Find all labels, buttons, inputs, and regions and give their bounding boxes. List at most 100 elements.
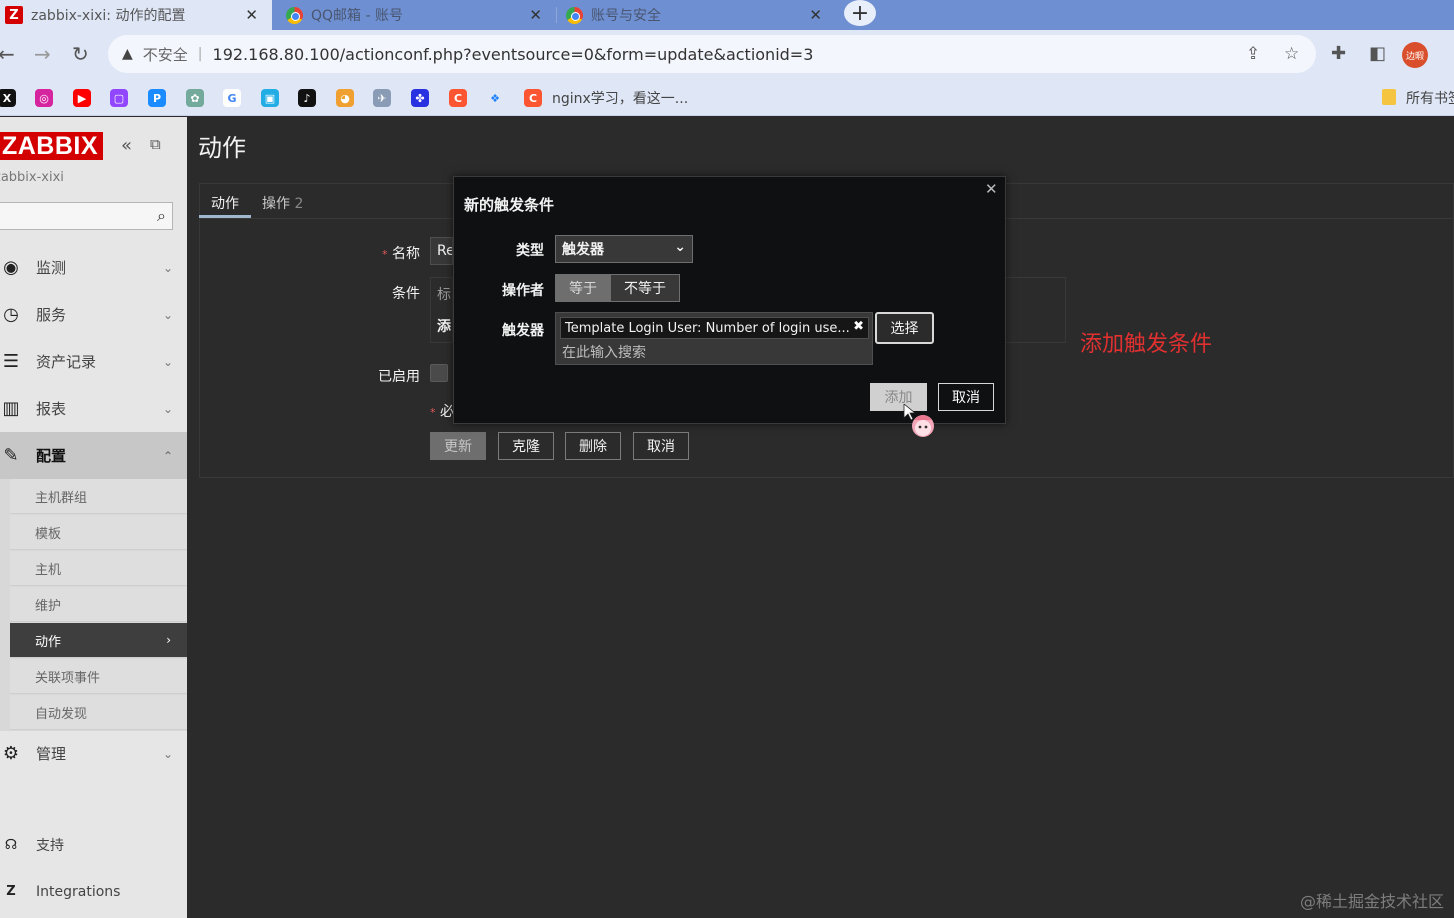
submenu-actions[interactable]: 动作 › bbox=[10, 623, 187, 658]
star-icon[interactable]: ☆ bbox=[1284, 44, 1299, 64]
reload-icon[interactable]: ↻ bbox=[72, 42, 89, 66]
chevron-down-icon: ⌄ bbox=[162, 746, 173, 761]
watermark: @稀土掘金技术社区 bbox=[1299, 892, 1444, 911]
menu-monitoring[interactable]: ◉ 监测 ⌄ bbox=[0, 244, 187, 291]
juejin-bookmark-icon[interactable]: ❖ bbox=[486, 89, 504, 107]
side-panel-icon[interactable]: ◧ bbox=[1369, 43, 1386, 64]
menu-inventory[interactable]: ☰ 资产记录 ⌄ bbox=[0, 338, 187, 385]
close-icon[interactable]: ✕ bbox=[529, 6, 542, 24]
security-label: 不安全 bbox=[142, 45, 188, 64]
required-asterisk: * bbox=[382, 248, 388, 261]
close-icon[interactable]: ✕ bbox=[809, 6, 822, 24]
chrome-favicon-icon bbox=[286, 6, 303, 24]
submenu-event-correlation[interactable]: 关联项事件 bbox=[10, 659, 187, 694]
dialog-cancel-button[interactable]: 取消 bbox=[938, 383, 994, 411]
browser-tab-qqmail[interactable]: QQ邮箱 - 账号 ✕ bbox=[278, 0, 556, 30]
menu-integrations[interactable]: Z Integrations bbox=[0, 868, 187, 915]
chatgpt-bookmark-icon[interactable]: ✿ bbox=[186, 89, 204, 107]
extensions-icon[interactable]: ✚ bbox=[1331, 43, 1346, 64]
update-button[interactable]: 更新 bbox=[430, 432, 486, 460]
browser-tab-account[interactable]: 账号与安全 ✕ bbox=[558, 0, 836, 30]
bear-bookmark-icon[interactable]: ◕ bbox=[336, 89, 354, 107]
menu-reports[interactable]: ▥ 报表 ⌄ bbox=[0, 385, 187, 432]
headset-icon: ☊ bbox=[4, 836, 18, 853]
menu-services[interactable]: ◷ 服务 ⌄ bbox=[0, 291, 187, 338]
active-tab-indicator bbox=[199, 215, 251, 218]
submenu-maintenance[interactable]: 维护 bbox=[10, 587, 187, 622]
forward-icon[interactable]: → bbox=[34, 42, 51, 66]
zabbix-logo[interactable]: ZABBIX bbox=[0, 132, 103, 160]
submenu-discovery[interactable]: 自动发现 bbox=[10, 695, 187, 730]
csdn-bookmark-icon[interactable]: C bbox=[449, 89, 467, 107]
trigger-search-input[interactable]: 在此输入搜索 bbox=[562, 342, 646, 362]
twitch-bookmark-icon[interactable]: ▢ bbox=[110, 89, 128, 107]
clone-button[interactable]: 克隆 bbox=[498, 432, 554, 460]
name-label: * 名称 bbox=[372, 243, 420, 263]
address-bar[interactable]: ▲ 不安全 | 192.168.80.100/actionconf.php?ev… bbox=[108, 35, 1316, 73]
instagram-bookmark-icon[interactable]: ◎ bbox=[35, 89, 53, 107]
menu-icon[interactable]: ⋮ bbox=[1446, 43, 1454, 64]
trigger-chip-label: Template Login User: Number of login use… bbox=[565, 320, 850, 336]
menu-label: 报表 bbox=[36, 400, 67, 418]
bird-bookmark-icon[interactable]: ✈ bbox=[373, 89, 391, 107]
search-icon[interactable]: ⌕ bbox=[157, 206, 166, 226]
tab-label: 操作 bbox=[262, 196, 290, 212]
enabled-checkbox[interactable] bbox=[430, 364, 448, 382]
tiktok-bookmark-icon[interactable]: ♪ bbox=[298, 89, 316, 107]
new-tab-button[interactable]: + bbox=[844, 0, 876, 26]
back-icon[interactable]: ← bbox=[0, 42, 15, 66]
menu-support[interactable]: ☊ 支持 bbox=[0, 821, 187, 868]
submenu-host-groups[interactable]: 主机群组 bbox=[10, 479, 187, 514]
required-note: * 必 bbox=[430, 401, 454, 421]
operator-equals-toggle[interactable]: 等于 bbox=[555, 274, 611, 302]
remove-chip-icon[interactable]: ✖ bbox=[853, 319, 864, 334]
operator-not-equals-toggle[interactable]: 不等于 bbox=[610, 274, 680, 302]
close-icon[interactable]: ✕ bbox=[245, 6, 258, 24]
menu-label: Integrations bbox=[36, 883, 121, 900]
baidu-bookmark-icon[interactable]: ✤ bbox=[411, 89, 429, 107]
tab-operations[interactable]: 操作 2 bbox=[262, 193, 303, 213]
submenu-templates[interactable]: 模板 bbox=[10, 515, 187, 550]
gear-icon: ⚙ bbox=[2, 743, 20, 764]
warning-triangle-icon: ▲ bbox=[122, 46, 133, 62]
dialog-title: 新的触发条件 bbox=[464, 196, 555, 214]
profile-avatar[interactable]: 边暇 bbox=[1402, 42, 1428, 68]
collapse-sidebar-icon[interactable]: « bbox=[121, 135, 132, 156]
delete-button[interactable]: 删除 bbox=[565, 432, 621, 460]
menu-configuration[interactable]: ✎ 配置 ⌃ bbox=[0, 432, 187, 479]
menu-label: 监测 bbox=[36, 259, 67, 277]
chevron-down-icon: ⌄ bbox=[162, 260, 173, 275]
list-icon: ☰ bbox=[2, 351, 20, 372]
sidebar-search-input[interactable]: ⌕ bbox=[0, 202, 173, 230]
youtube-bookmark-icon[interactable]: ▶ bbox=[73, 89, 91, 107]
menu-label: 资产记录 bbox=[36, 353, 97, 371]
close-icon[interactable]: ✕ bbox=[985, 180, 998, 198]
conditions-add-link[interactable]: 添 bbox=[437, 316, 451, 336]
chevron-down-icon: ⌄ bbox=[162, 354, 173, 369]
tab-title: zabbix-xixi: 动作的配置 bbox=[31, 8, 186, 24]
nginx-bookmark-label[interactable]: nginx学习，看这一... bbox=[552, 88, 688, 108]
submenu-hosts[interactable]: 主机 bbox=[10, 551, 187, 586]
csdn-nginx-bookmark-icon[interactable]: C bbox=[524, 89, 542, 107]
share-icon[interactable]: ⇪ bbox=[1246, 44, 1260, 64]
bilibili-bookmark-icon[interactable]: ▣ bbox=[261, 89, 279, 107]
url-text[interactable]: 192.168.80.100/actionconf.php?eventsourc… bbox=[213, 45, 814, 64]
type-select[interactable]: 触发器 ⌄ bbox=[555, 235, 693, 263]
menu-administration[interactable]: ⚙ 管理 ⌄ bbox=[0, 730, 187, 777]
cursor-avatar-icon bbox=[903, 404, 934, 437]
kiosk-mode-icon[interactable]: ⧉ bbox=[150, 135, 161, 153]
eye-icon: ◉ bbox=[3, 257, 19, 278]
google-bookmark-icon[interactable]: G bbox=[223, 89, 241, 107]
name-input[interactable]: Re bbox=[430, 237, 453, 265]
p-bookmark-icon[interactable]: P bbox=[148, 89, 166, 107]
folder-icon bbox=[1382, 89, 1396, 105]
cancel-button[interactable]: 取消 bbox=[633, 432, 689, 460]
conditions-column-header: 标 bbox=[437, 287, 451, 303]
tab-action[interactable]: 动作 bbox=[211, 193, 239, 213]
browser-tab-zabbix[interactable]: Z zabbix-xixi: 动作的配置 ✕ bbox=[0, 0, 272, 30]
all-bookmarks-label[interactable]: 所有书签 bbox=[1406, 88, 1454, 108]
x-bookmark-icon[interactable]: X bbox=[0, 89, 16, 107]
menu-label: 管理 bbox=[36, 745, 67, 763]
bookmarks-bar: X ◎ ▶ ▢ P ✿ G ▣ ♪ ◕ ✈ ✤ C ❖ C bbox=[0, 80, 1454, 116]
select-trigger-button[interactable]: 选择 bbox=[875, 312, 934, 344]
